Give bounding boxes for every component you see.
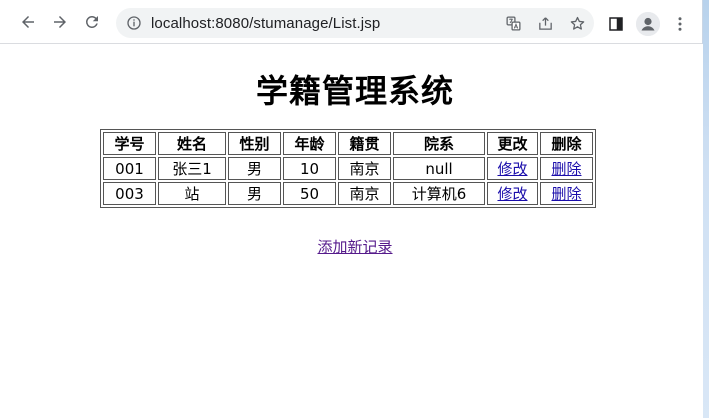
cell-name: 张三1 xyxy=(158,157,226,180)
column-header-gender: 性别 xyxy=(228,132,281,155)
cell-age: 10 xyxy=(283,157,336,180)
translate-button[interactable] xyxy=(504,14,522,32)
column-header-department: 院系 xyxy=(393,132,485,155)
share-icon xyxy=(538,16,552,30)
cell-department: 计算机6 xyxy=(393,182,485,205)
student-table: 学号 姓名 性别 年龄 籍贯 院系 更改 删除 001 张三1 男 10 南京 xyxy=(100,129,596,208)
column-header-name: 姓名 xyxy=(158,132,226,155)
forward-button[interactable] xyxy=(46,8,74,36)
cell-edit: 修改 xyxy=(487,182,538,205)
table-row: 003 站 男 50 南京 计算机6 修改 删除 xyxy=(103,182,593,205)
cell-delete: 删除 xyxy=(540,182,593,205)
edit-link[interactable]: 修改 xyxy=(497,160,527,178)
reload-button[interactable] xyxy=(78,8,106,36)
arrow-right-icon xyxy=(54,15,66,28)
kebab-menu-icon xyxy=(678,17,682,31)
cell-id: 001 xyxy=(103,157,156,180)
info-icon[interactable] xyxy=(126,15,142,31)
browser-toolbar: localhost:8080/stumanage/List.jsp xyxy=(0,0,702,44)
cell-edit: 修改 xyxy=(487,157,538,180)
delete-link[interactable]: 删除 xyxy=(551,160,581,178)
add-record-container: 添加新记录 xyxy=(0,236,709,257)
cell-origin: 南京 xyxy=(338,157,391,180)
column-header-age: 年龄 xyxy=(283,132,336,155)
add-record-link[interactable]: 添加新记录 xyxy=(317,238,392,256)
table-header-row: 学号 姓名 性别 年龄 籍贯 院系 更改 删除 xyxy=(103,132,593,155)
back-button[interactable] xyxy=(14,8,42,36)
cell-id: 003 xyxy=(103,182,156,205)
cell-origin: 南京 xyxy=(338,182,391,205)
profile-button[interactable] xyxy=(636,12,660,36)
profile-icon xyxy=(636,12,660,36)
cell-age: 50 xyxy=(283,182,336,205)
column-header-edit: 更改 xyxy=(487,132,538,155)
bookmark-button[interactable] xyxy=(568,14,586,32)
cell-department: null xyxy=(393,157,485,180)
page-content: 学籍管理系统 学号 姓名 性别 年龄 籍贯 院系 更改 删除 001 张三1 男… xyxy=(0,44,703,418)
delete-link[interactable]: 删除 xyxy=(551,185,581,203)
column-header-delete: 删除 xyxy=(540,132,593,155)
page-title: 学籍管理系统 xyxy=(255,72,454,110)
cell-gender: 男 xyxy=(228,157,281,180)
address-bar[interactable]: localhost:8080/stumanage/List.jsp xyxy=(116,8,594,38)
address-bar-actions xyxy=(504,14,586,32)
url-text[interactable]: localhost:8080/stumanage/List.jsp xyxy=(151,15,380,32)
cell-delete: 删除 xyxy=(540,157,593,180)
column-header-id: 学号 xyxy=(103,132,156,155)
arrow-left-icon xyxy=(22,15,34,28)
side-panel-icon xyxy=(609,17,623,31)
browser-window: localhost:8080/stumanage/List.jsp 学籍管理系统… xyxy=(0,0,703,418)
cell-gender: 男 xyxy=(228,182,281,205)
side-panel-button[interactable] xyxy=(606,14,626,34)
menu-button[interactable] xyxy=(670,14,690,34)
table-row: 001 张三1 男 10 南京 null 修改 删除 xyxy=(103,157,593,180)
reload-icon xyxy=(85,15,98,28)
toolbar-right-actions xyxy=(606,12,690,36)
edit-link[interactable]: 修改 xyxy=(497,185,527,203)
share-button[interactable] xyxy=(536,14,554,32)
translate-icon xyxy=(505,15,521,31)
cell-name: 站 xyxy=(158,182,226,205)
star-icon xyxy=(570,16,584,30)
column-header-origin: 籍贯 xyxy=(338,132,391,155)
